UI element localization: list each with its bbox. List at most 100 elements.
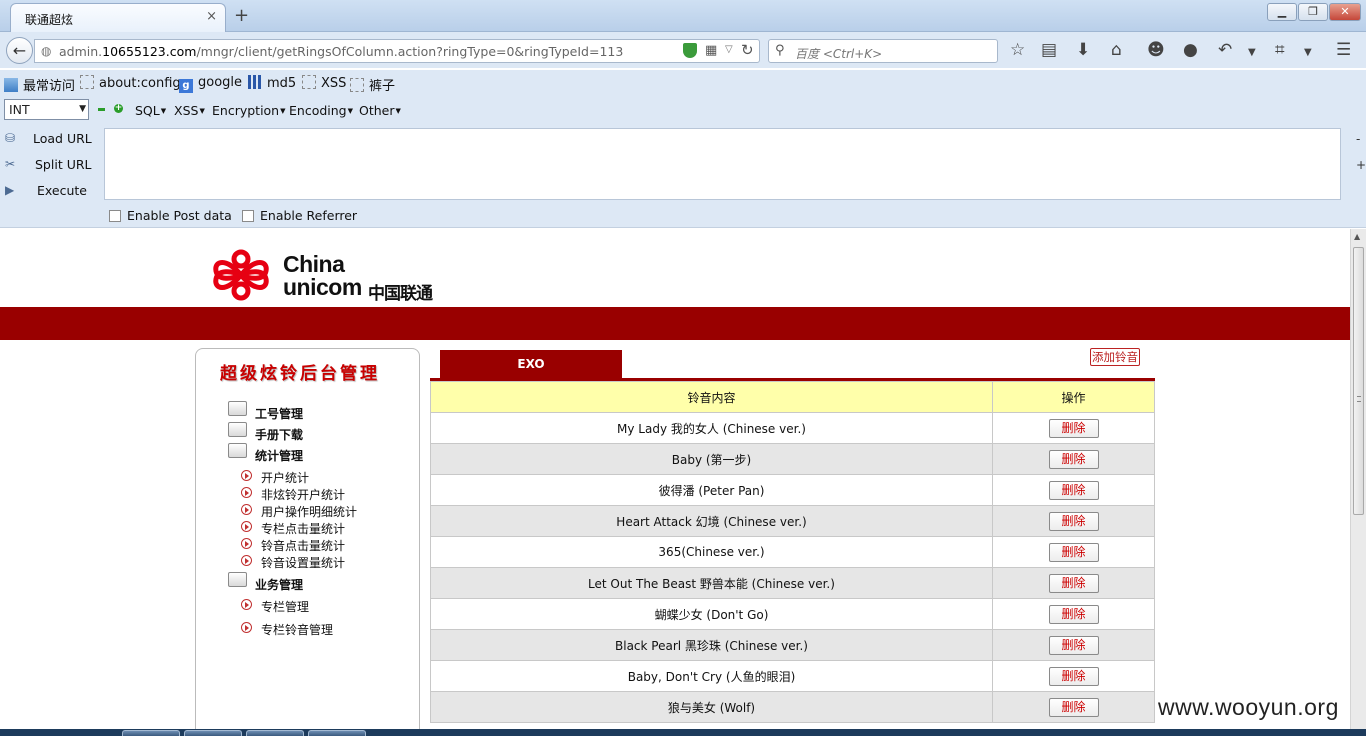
url-textarea[interactable] — [104, 128, 1341, 200]
back-arrow-icon[interactable]: ← — [6, 37, 33, 64]
load-url-icon: ⛁ — [5, 131, 16, 145]
search-bar[interactable]: ⚲ 百度 <Ctrl+K> — [768, 39, 998, 63]
table-row: 狼与美女 (Wolf) 删除 — [430, 691, 1155, 723]
unicom-knot-icon — [213, 249, 269, 301]
action-cell: 删除 — [992, 443, 1155, 475]
bookmarks-toolbar: 最常访问 about:config g google md5 XSS 裤子 — [0, 70, 1366, 96]
browser-tab[interactable]: 联通超炫 × — [10, 3, 226, 32]
delete-button[interactable]: 删除 — [1048, 666, 1099, 686]
tab-close-icon[interactable]: × — [206, 9, 217, 24]
shrink-icon[interactable]: - — [1356, 132, 1360, 146]
ring-title-cell: Baby, Don't Cry (人鱼的眼泪) — [430, 660, 993, 692]
qr-code-icon[interactable]: ▦ — [705, 43, 717, 58]
watermark: www.wooyun.org — [1158, 694, 1339, 720]
caret-down-icon: ▼ — [395, 107, 401, 115]
chat-bubble-icon[interactable]: ● — [1183, 40, 1198, 60]
folder-icon — [228, 401, 247, 416]
bookmark-xss[interactable]: XSS — [302, 75, 346, 91]
url-domain: 10655123.com — [102, 44, 197, 59]
reload-icon[interactable]: ↻ — [741, 41, 754, 59]
folder-icon — [4, 78, 18, 92]
expand-icon[interactable]: + — [1356, 158, 1366, 172]
delete-button[interactable]: 删除 — [1048, 418, 1099, 438]
arrow-bullet-icon — [241, 555, 252, 566]
arrow-bullet-icon — [241, 521, 252, 532]
star-icon[interactable]: ☆ — [1010, 40, 1025, 60]
vertical-scrollbar[interactable]: ▲ — [1350, 229, 1366, 736]
ring-title-cell: Black Pearl 黑珍珠 (Chinese ver.) — [430, 629, 993, 661]
menu-icon[interactable]: ☰ — [1336, 40, 1351, 60]
action-cell: 删除 — [992, 474, 1155, 506]
undo-icon[interactable]: ↶ — [1218, 40, 1232, 60]
delete-button[interactable]: 删除 — [1048, 635, 1099, 655]
folder-icon — [228, 572, 247, 587]
enable-post-checkbox[interactable]: Enable Post data — [109, 208, 232, 223]
home-icon[interactable]: ⌂ — [1111, 40, 1122, 60]
minus-icon[interactable] — [98, 108, 105, 111]
shield-icon[interactable] — [683, 43, 697, 58]
grid-icon — [248, 75, 262, 89]
delete-button[interactable]: 删除 — [1048, 573, 1099, 593]
arrow-bullet-icon — [241, 622, 252, 633]
taskbar-button[interactable] — [308, 730, 366, 736]
bookmark-about-config[interactable]: about:config — [80, 75, 181, 91]
delete-button[interactable]: 删除 — [1048, 604, 1099, 624]
header-band — [0, 307, 1350, 340]
table-row: 365(Chinese ver.) 删除 — [430, 536, 1155, 568]
table-row: 彼得潘 (Peter Pan) 删除 — [430, 474, 1155, 506]
clipboard-icon[interactable]: ▤ — [1041, 40, 1057, 60]
url-bar[interactable]: ◍ admin.10655123.com/mngr/client/getRing… — [34, 39, 760, 63]
url-prefix: admin. — [59, 44, 103, 59]
bookmark-md5[interactable]: md5 — [248, 75, 296, 91]
menu-xss[interactable]: XSS▼ — [174, 103, 205, 118]
menu-other[interactable]: Other▼ — [359, 103, 401, 118]
dropdown-icon[interactable]: ▼ — [1248, 43, 1256, 63]
hackbar-panel: INT ▼ + SQL▼ XSS▼ Encryption▼ Encoding▼ O… — [0, 96, 1366, 228]
column-header-action: 操作 — [992, 381, 1155, 413]
taskbar-button[interactable] — [246, 730, 304, 736]
download-icon[interactable]: ⬇ — [1076, 40, 1090, 60]
google-icon: g — [179, 79, 193, 93]
table-row: My Lady 我的女人 (Chinese ver.) 删除 — [430, 412, 1155, 444]
split-url-button[interactable]: ✂ Split URL — [0, 154, 100, 176]
action-cell: 删除 — [992, 536, 1155, 568]
window-maximize-button[interactable]: ❐ — [1298, 3, 1328, 21]
delete-button[interactable]: 删除 — [1048, 542, 1099, 562]
menu-sql[interactable]: SQL▼ — [135, 103, 166, 118]
url-dropdown-icon[interactable]: ▽ — [725, 44, 733, 55]
tab-exo[interactable]: EXO — [440, 350, 622, 379]
window-close-button[interactable]: ✕ — [1329, 3, 1361, 21]
add-ring-button[interactable]: 添加铃音 — [1090, 348, 1140, 366]
tab-title: 联通超炫 — [25, 13, 74, 27]
chat-smile-icon[interactable]: ☻ — [1147, 40, 1165, 60]
bookmark-google[interactable]: g google — [179, 75, 242, 93]
type-select[interactable]: INT ▼ — [4, 99, 89, 120]
ring-title-cell: 蝴蝶少女 (Don't Go) — [430, 598, 993, 630]
execute-icon: ▶ — [5, 183, 15, 197]
url-text[interactable]: admin.10655123.com/mngr/client/getRingsO… — [59, 44, 623, 59]
bookmark-kuzi[interactable]: 裤子 — [350, 75, 395, 94]
new-tab-icon[interactable]: + — [234, 5, 249, 26]
crop-icon[interactable]: ⌗ — [1275, 40, 1285, 60]
delete-button[interactable]: 删除 — [1048, 511, 1099, 531]
taskbar-button[interactable] — [122, 730, 180, 736]
execute-button[interactable]: ▶ Execute — [0, 180, 100, 202]
delete-button[interactable]: 删除 — [1048, 697, 1099, 717]
search-placeholder: 百度 <Ctrl+K> — [795, 47, 883, 61]
scrollbar-thumb[interactable] — [1353, 247, 1364, 515]
enable-referrer-checkbox[interactable]: Enable Referrer — [242, 208, 357, 223]
plus-icon[interactable]: + — [114, 104, 123, 113]
delete-button[interactable]: 删除 — [1048, 480, 1099, 500]
delete-button[interactable]: 删除 — [1048, 449, 1099, 469]
window-minimize-button[interactable]: ▁ — [1267, 3, 1297, 21]
table-row: Baby, Don't Cry (人鱼的眼泪) 删除 — [430, 660, 1155, 692]
taskbar-button[interactable] — [184, 730, 242, 736]
scroll-up-icon[interactable]: ▲ — [1354, 232, 1360, 241]
load-url-button[interactable]: ⛁ Load URL — [0, 128, 100, 150]
menu-encryption[interactable]: Encryption▼ — [212, 103, 286, 118]
table-row: 蝴蝶少女 (Don't Go) 删除 — [430, 598, 1155, 630]
page-content: China unicom 中国联通 超级炫铃后台管理 工号管理 手册下载 统计管… — [0, 229, 1350, 736]
dropdown-icon[interactable]: ▼ — [1304, 43, 1312, 63]
menu-encoding[interactable]: Encoding▼ — [289, 103, 353, 118]
bookmark-most-visited[interactable]: 最常访问 — [4, 75, 75, 94]
